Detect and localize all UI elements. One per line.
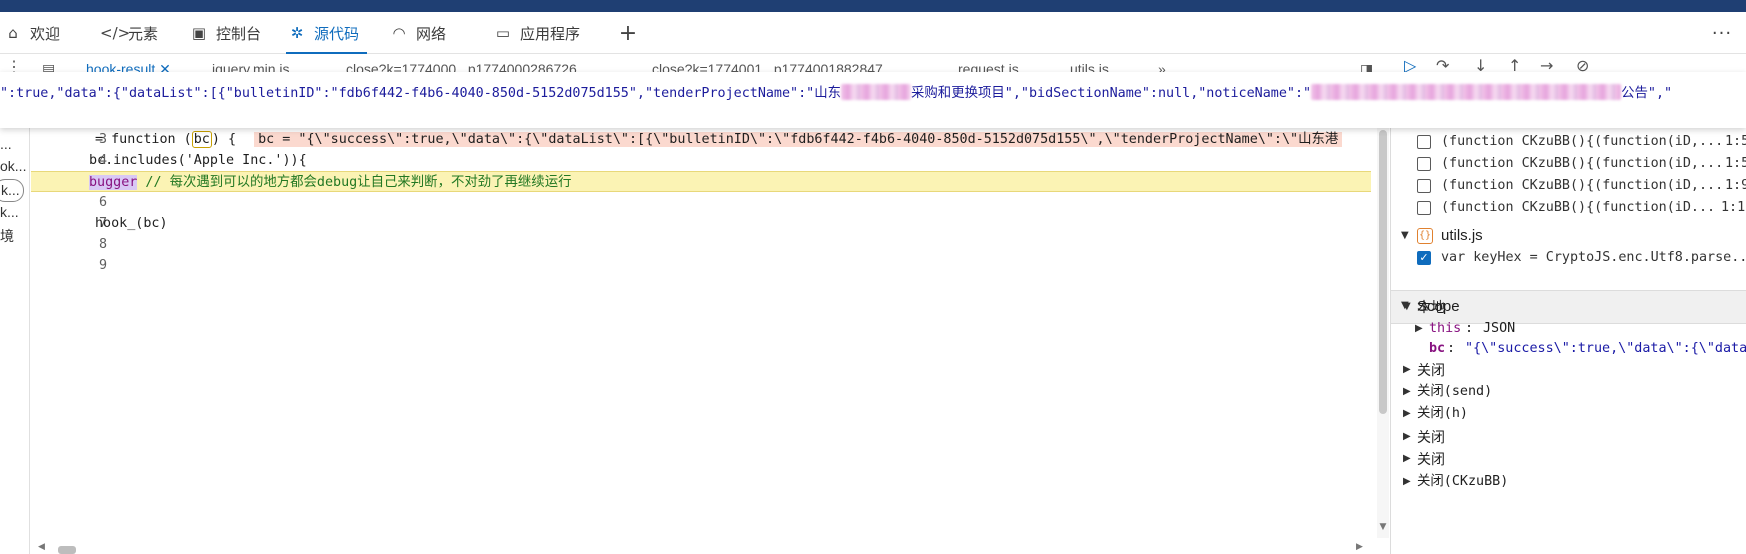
panel-toggle-icon[interactable]: ◨ [1360, 61, 1373, 72]
expand-triangle-icon[interactable]: ▶ [1403, 426, 1411, 448]
expand-triangle-icon[interactable]: ▶ [1403, 381, 1411, 403]
file-tab-close-2[interactable]: close?k=1774001...p1774001882847 [652, 61, 883, 72]
scroll-right-arrow-icon[interactable]: ▶ [1356, 542, 1363, 552]
file-tab-utils[interactable]: utils.js [1070, 61, 1109, 72]
editor-horizontal-scroll-thumb[interactable] [58, 546, 76, 554]
sources-bug-icon: ✲ [290, 24, 304, 42]
close-icon[interactable]: ✕ [159, 61, 171, 72]
scope-closure[interactable]: ▶ 关闭(h) [1391, 403, 1746, 425]
sidebar-toggle-icon[interactable]: ⋮ [6, 57, 22, 72]
breakpoint-checkbox-checked[interactable]: ✓ [1417, 251, 1431, 265]
debugger-keyword: bugger [89, 175, 138, 190]
tab-sources[interactable]: ✲ 源代码 [286, 12, 368, 54]
value-hover-tooltip: ":true,"data":{"dataList":[{"bulletinID"… [0, 72, 1746, 128]
file-tab-jquery[interactable]: jquery.min.js [212, 61, 290, 72]
line-number[interactable]: 6 [61, 192, 107, 213]
tooltip-value: ":true,"data":{"dataList":[{"bulletinID"… [0, 84, 1673, 101]
js-file-icon: {} [1417, 228, 1433, 244]
console-icon: ▣ [191, 24, 207, 42]
tab-console[interactable]: ▣ 控制台 [188, 12, 261, 54]
inline-value: bc = "{\"success\":true,\"data\":{\"data… [254, 132, 1343, 147]
code-line[interactable]: 6 [31, 192, 1371, 213]
more-options-button[interactable]: ··· [1710, 12, 1734, 54]
window-top-strip [0, 0, 1746, 12]
scope-this-entry[interactable]: ▶ this : JSON [1391, 318, 1746, 340]
expand-triangle-icon[interactable]: ▶ [1403, 448, 1411, 470]
line-number[interactable]: 8 [61, 234, 107, 255]
expand-triangle-icon[interactable]: ▶ [1403, 403, 1411, 425]
expand-triangle-icon[interactable]: ▶ [1415, 318, 1423, 340]
debugger-sidebar: (function CKzuBB(){(function(iD,... 1:5 … [1390, 128, 1746, 554]
file-tab-close-1[interactable]: close?k=1774000...p1774000286726 [346, 61, 577, 72]
application-icon: ▭ [495, 24, 511, 42]
file-tab-request[interactable]: request.js [958, 61, 1019, 72]
plus-icon: + [618, 20, 638, 46]
elements-icon: </> [100, 24, 131, 42]
navigator-item[interactable]: k... [0, 204, 19, 220]
tab-elements[interactable]: </> 元素 [100, 12, 158, 54]
breakpoint-item[interactable]: (function CKzuBB(){(function(iD,... 1:5 [1391, 131, 1746, 153]
breakpoint-item[interactable]: (function CKzuBB(){(function(iD,... 1:9 [1391, 175, 1746, 197]
scope-closure[interactable]: ▶ 关闭(send) [1391, 381, 1746, 403]
param-token[interactable]: bc [191, 131, 212, 148]
breakpoint-checkbox[interactable] [1417, 157, 1431, 171]
breakpoint-checkbox[interactable] [1417, 179, 1431, 193]
scope-closure[interactable]: ▶ 关闭(CKzuBB) [1391, 471, 1746, 493]
navigator-item[interactable]: 境 [0, 226, 14, 246]
scope-closure[interactable]: ▶ 关闭 [1391, 359, 1746, 381]
collapse-triangle-icon[interactable]: ▼ [1401, 225, 1409, 247]
code-line[interactable]: 4 bc.includes('Apple Inc.')){ [31, 150, 1371, 171]
scope-closure[interactable]: ▶ 关闭 [1391, 448, 1746, 470]
expand-triangle-icon[interactable]: ▶ [1403, 359, 1411, 381]
scroll-down-arrow-icon[interactable]: ▼ [1377, 522, 1389, 532]
source-file-tabs: ⋮ ▤ hook-result ✕ jquery.min.js close?k=… [0, 55, 1390, 72]
code-line[interactable]: 9 [31, 255, 1371, 276]
navigator-item[interactable]: ... [0, 136, 12, 152]
scroll-left-arrow-icon[interactable]: ◀ [38, 542, 45, 552]
scope-closure[interactable]: ▶ 关闭 [1391, 426, 1746, 448]
paused-code-line[interactable]: 5 bugger // 每次遇到可以的地方都会debug让自己来判断，不对劲了再… [31, 171, 1371, 192]
tab-welcome[interactable]: ⌂ 欢迎 [2, 12, 60, 54]
editor-scroll-thumb[interactable] [1379, 130, 1387, 414]
navigator-toggle-icon[interactable]: ▤ [42, 61, 55, 72]
file-tab-hook-result[interactable]: hook-result ✕ [86, 61, 171, 72]
code-line[interactable]: 3 = function (bc) { bc = "{\"success\":t… [31, 129, 1371, 150]
breakpoint-checkbox[interactable] [1417, 135, 1431, 149]
more-dots-icon: ··· [1711, 22, 1733, 44]
code-line[interactable]: 7 hook_(bc) [31, 213, 1371, 234]
collapse-triangle-icon[interactable]: ▼ [1403, 296, 1411, 318]
redacted-text [841, 84, 912, 100]
network-wifi-icon: ◠ [392, 24, 406, 42]
navigator-panel: ... ok... k... k... 境 [0, 128, 30, 554]
code-line[interactable]: 8 [31, 234, 1371, 255]
more-tabs-icon[interactable]: » [1158, 61, 1166, 72]
breakpoint-file-utils[interactable]: ▼ {} utils.js [1391, 225, 1746, 247]
tab-application[interactable]: ▭ 应用程序 [492, 12, 580, 54]
scope-bc-entry[interactable]: bc : "{\"success\":true,\"data\":{\"data [1391, 338, 1746, 360]
expand-triangle-icon[interactable]: ▶ [1403, 471, 1411, 493]
scope-local[interactable]: ▼ 本地 [1391, 296, 1746, 318]
add-tab-button[interactable]: + [616, 12, 640, 54]
breakpoint-item[interactable]: (function CKzuBB(){(function(iD... 1:10 [1391, 197, 1746, 219]
breakpoint-item[interactable]: ✓ var keyHex = CryptoJS.enc.Utf8.parse..… [1391, 247, 1746, 269]
line-number[interactable]: 9 [61, 255, 107, 276]
tab-network[interactable]: ◠ 网络 [388, 12, 446, 54]
navigator-item-selected[interactable]: k... [0, 179, 24, 202]
code-editor[interactable]: 3 = function (bc) { bc = "{\"success\":t… [31, 128, 1377, 554]
code-comment: // 每次遇到可以的地方都会debug让自己来判断，不对劲了再继续运行 [137, 175, 572, 190]
navigator-item[interactable]: ok... [0, 158, 26, 174]
devtools-tabbar: ⌂ 欢迎 </> 元素 ▣ 控制台 ✲ 源代码 ◠ 网络 ▭ 应用程序 [0, 12, 1746, 54]
redacted-text [1311, 84, 1622, 100]
breakpoint-checkbox[interactable] [1417, 201, 1431, 215]
home-icon: ⌂ [8, 24, 18, 42]
breakpoint-item[interactable]: (function CKzuBB(){(function(iD,... 1:5 [1391, 153, 1746, 175]
